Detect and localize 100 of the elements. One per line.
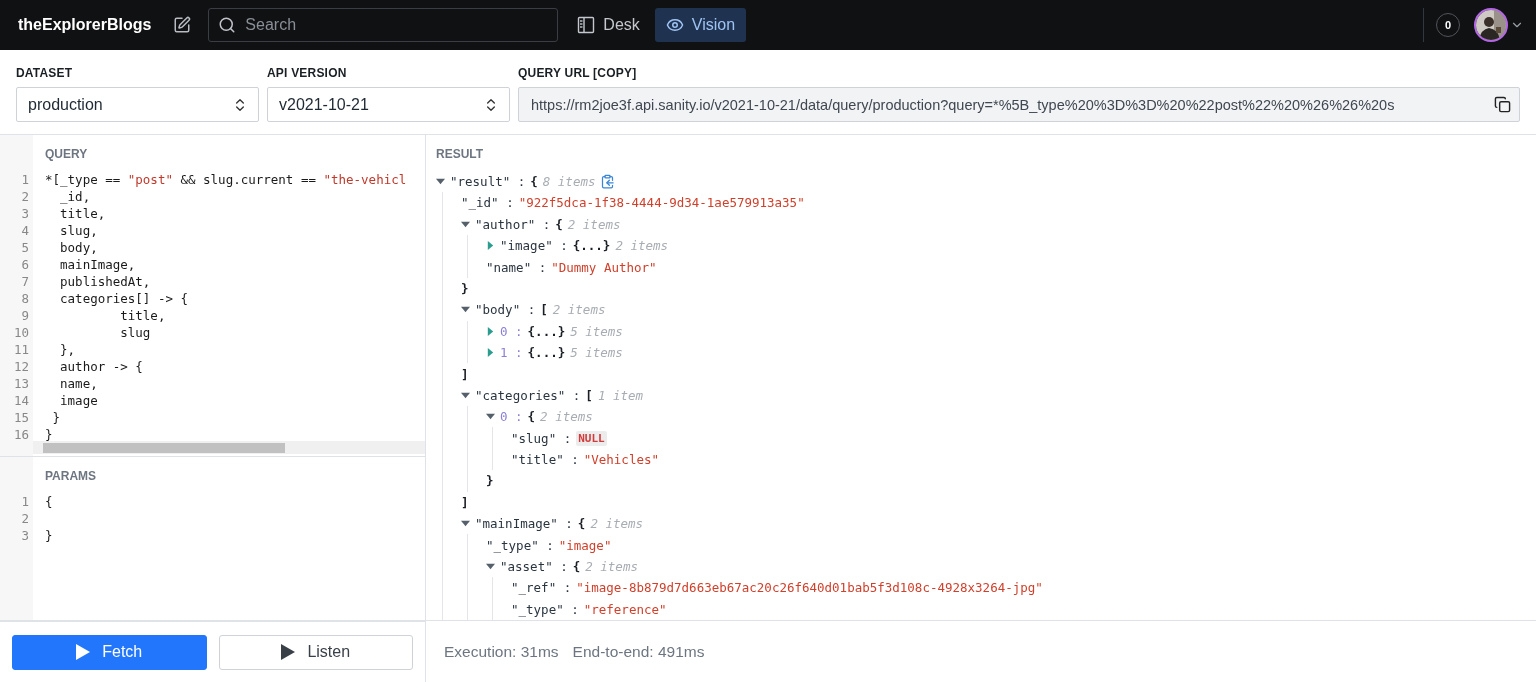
field-label: DATASET	[16, 66, 74, 80]
caret-icon[interactable]	[436, 177, 445, 186]
null-value: NULL	[576, 430, 607, 446]
search-icon	[218, 16, 237, 34]
caret-icon[interactable]	[486, 326, 495, 336]
code-line: name,	[59, 375, 99, 392]
json-value: "922f5dca-1f38-4444-9d34-1ae579913a35"	[518, 195, 805, 211]
caret-icon[interactable]	[486, 348, 495, 358]
brand-name[interactable]: theExplorerBlogs	[18, 16, 152, 34]
json-key: "_type" :	[486, 537, 554, 553]
caret-icon[interactable]	[486, 562, 495, 571]
section-title: QUERY	[45, 147, 89, 163]
play-icon	[281, 644, 296, 660]
avatar-button[interactable]	[1474, 8, 1524, 42]
json-key: "categories" :	[475, 387, 581, 403]
tool-tab[interactable]: Vision	[654, 8, 747, 42]
bracket: {	[530, 174, 538, 189]
line-number: 1	[21, 493, 29, 510]
select-field[interactable]: production	[16, 87, 259, 122]
eye-icon	[665, 16, 684, 34]
bracket: {	[572, 559, 581, 574]
line-number: 9	[21, 307, 29, 324]
json-key: "asset" :	[500, 559, 568, 574]
item-count: 2 items	[540, 409, 593, 425]
code-line: *[_type == "post" && slug.current == "the-vehicl	[45, 171, 408, 188]
json-key: "result" :	[450, 174, 526, 189]
json-value: "Vehicles"	[583, 452, 659, 468]
caret-icon[interactable]	[461, 305, 470, 315]
url-field[interactable]: https://rm2joe3f.api.sanity.io/v2021-10-21/data/query/production?query=*%5B_type%20%3D%3D%20%22post%22%20%26%26%20s	[518, 87, 1520, 122]
caret-icon[interactable]	[461, 519, 470, 529]
json-value: "reference"	[583, 601, 667, 617]
bracket: }	[461, 280, 469, 296]
json-key: "_type" :	[511, 601, 579, 617]
json-value: "image-8b879d7d663eb67ac20c26f640d01bab5f3d108c-4928x3264-jpg"	[576, 580, 1043, 596]
code-line: title,	[119, 307, 167, 324]
select-field[interactable]: v2021-10-21	[267, 87, 510, 122]
code-line: author -> {	[59, 358, 144, 375]
json-value: "Dummy Author"	[551, 259, 657, 275]
json-key: 0 :	[500, 323, 523, 339]
bracket: {	[577, 516, 586, 532]
code-line: }	[45, 527, 54, 544]
caret-icon[interactable]	[461, 390, 470, 400]
item-count: 2 items	[615, 238, 669, 254]
copy-icon[interactable]	[1494, 96, 1511, 113]
line-number: 11	[13, 341, 29, 358]
listen-button[interactable]: Listen	[218, 634, 413, 670]
item-count: 2 items	[590, 516, 644, 532]
code-line: body,	[59, 239, 99, 256]
code-line: },	[59, 341, 77, 358]
bracket: ]	[461, 366, 469, 382]
bracket: ]	[461, 494, 469, 510]
item-count: 5 items	[570, 323, 623, 339]
caret-icon[interactable]	[486, 412, 495, 422]
collapsed-object[interactable]: {...}	[572, 238, 611, 254]
caret-icon[interactable]	[486, 241, 495, 251]
bracket: {	[555, 216, 563, 232]
json-key: "_ref" :	[511, 580, 572, 596]
code-line: }	[51, 409, 62, 426]
item-count: 2 items	[567, 216, 621, 232]
scrollbar[interactable]	[33, 441, 425, 454]
timing-text: End-to-end: 491ms	[572, 642, 705, 661]
tool-tab[interactable]: Desk	[566, 8, 651, 42]
line-number: 8	[21, 290, 29, 307]
code-line: }	[45, 426, 54, 443]
fetch-button[interactable]: Fetch	[12, 634, 207, 670]
bracket: [	[585, 387, 593, 403]
line-number: 12	[13, 358, 29, 375]
line-number: 5	[21, 239, 29, 256]
collapsed-object[interactable]: {...}	[527, 323, 566, 339]
line-number: 2	[21, 188, 29, 205]
item-count: 8 items	[542, 174, 596, 189]
bracket: [	[540, 302, 548, 318]
code-line: categories[] -> {	[59, 290, 189, 307]
json-key: "name" :	[486, 259, 547, 275]
line-number: 14	[13, 392, 29, 409]
code-line: publishedAt,	[59, 273, 152, 290]
bracket: }	[486, 473, 494, 489]
timing-text: Execution: 31ms	[444, 642, 559, 661]
json-value: "image"	[558, 537, 612, 553]
line-number: 4	[21, 222, 29, 239]
code-line: slug	[119, 324, 152, 341]
bracket: {	[527, 409, 536, 425]
panel-icon	[577, 16, 596, 34]
json-key: "title" :	[511, 452, 579, 468]
pen-icon	[173, 16, 192, 34]
json-key: "body" :	[475, 302, 536, 318]
json-key: 0 :	[500, 409, 523, 425]
section-title: RESULT	[436, 147, 485, 163]
code-line: {	[45, 493, 54, 510]
compose-button[interactable]	[173, 16, 192, 34]
item-count: 2 items	[552, 302, 606, 318]
section-title: PARAMS	[45, 469, 98, 485]
caret-icon[interactable]	[461, 219, 470, 229]
line-number: 13	[13, 375, 29, 392]
code-line: mainImage,	[59, 256, 137, 273]
code-line: title,	[59, 205, 107, 222]
search-field[interactable]: Search	[208, 8, 559, 42]
collapsed-object[interactable]: {...}	[527, 345, 566, 361]
json-key: "_id" :	[461, 195, 514, 211]
line-number: 3	[21, 205, 29, 222]
